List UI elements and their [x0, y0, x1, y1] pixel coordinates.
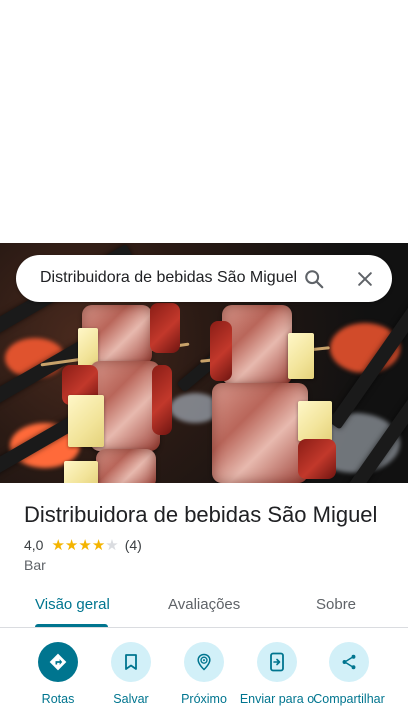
review-count: (4)	[124, 537, 142, 553]
nearby-icon[interactable]	[184, 642, 224, 682]
star-icon: ★	[64, 536, 79, 554]
star-icon: ★	[78, 536, 92, 554]
star-empty-icon: ★	[105, 536, 119, 554]
rating-row[interactable]: 4,0 ★ ★ ★ ★ ★ (4)	[24, 536, 142, 554]
tab-reviews[interactable]: Avaliações	[168, 596, 240, 613]
rating-value: 4,0	[24, 537, 44, 553]
directions-icon[interactable]	[38, 642, 78, 682]
search-icon[interactable]	[301, 266, 327, 292]
bookmark-icon[interactable]	[111, 642, 151, 682]
close-icon[interactable]	[352, 266, 378, 292]
active-tab-indicator	[35, 624, 108, 627]
share-button[interactable]: Compartilhar	[311, 642, 387, 707]
save-label: Salvar	[113, 692, 149, 706]
sausage	[210, 321, 232, 381]
map-blank-area	[0, 0, 408, 243]
sausage	[152, 365, 172, 435]
save-button[interactable]: Salvar	[93, 642, 169, 707]
bacon	[96, 449, 156, 483]
send-to-phone-label: Enviar para o	[239, 692, 315, 706]
cheese-cube	[64, 461, 98, 483]
send-to-phone-icon[interactable]	[257, 642, 297, 682]
nearby-button[interactable]: Próximo	[166, 642, 242, 707]
share-label: Compartilhar	[313, 692, 385, 706]
cheese-cube	[298, 401, 332, 441]
share-icon[interactable]	[329, 642, 369, 682]
directions-label: Rotas	[41, 692, 75, 706]
tab-overview[interactable]: Visão geral	[35, 596, 110, 613]
star-icon: ★	[91, 536, 106, 554]
star-icon: ★	[51, 536, 65, 554]
cheese-cube	[68, 395, 104, 447]
sausage	[298, 439, 336, 479]
action-bar: Rotas Salvar Próximo Enviar para o Compa…	[0, 628, 408, 726]
search-input[interactable]: Distribuidora de bebidas São Miguel	[40, 269, 302, 287]
search-bar[interactable]: Distribuidora de bebidas São Miguel	[16, 255, 392, 302]
tab-about[interactable]: Sobre	[316, 596, 356, 613]
place-tabs: Visão geral Avaliações Sobre	[0, 584, 408, 628]
send-to-phone-button[interactable]: Enviar para o	[239, 642, 315, 707]
bacon	[222, 305, 292, 385]
directions-button[interactable]: Rotas	[20, 642, 96, 707]
bacon	[212, 383, 308, 483]
sausage	[150, 303, 180, 353]
place-title: Distribuidora de bebidas São Miguel	[24, 502, 378, 527]
cheese-cube	[288, 333, 314, 379]
place-category: Bar	[24, 557, 46, 573]
nearby-label: Próximo	[181, 692, 227, 706]
star-rating: ★ ★ ★ ★ ★	[51, 538, 118, 553]
